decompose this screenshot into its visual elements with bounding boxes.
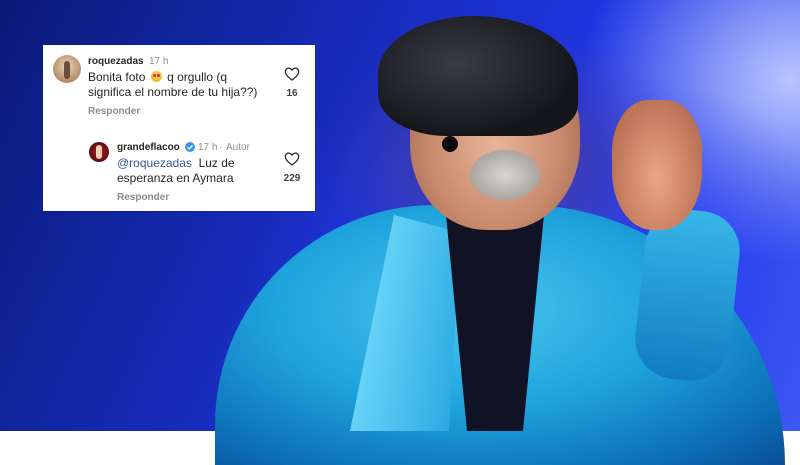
like-count-2: 229 xyxy=(283,173,301,184)
reply-text: @roquezadas Luz de esperanza en Aymara xyxy=(117,156,235,185)
author-badge: Autor xyxy=(226,142,250,153)
performer-cap xyxy=(378,16,578,136)
avatar-roquezadas[interactable] xyxy=(53,55,81,83)
like-count: 16 xyxy=(286,88,298,99)
verified-badge-icon xyxy=(185,142,195,152)
performer-hand xyxy=(612,100,702,230)
like-heart-icon[interactable] xyxy=(284,67,300,81)
comment-text: Bonita foto q orgullo (q significa el no… xyxy=(88,70,258,99)
like-heart-icon-2[interactable] xyxy=(284,152,300,166)
mention-link[interactable]: @roquezadas xyxy=(117,156,192,170)
reply-button-2[interactable]: Responder xyxy=(117,192,169,203)
headset-microphone xyxy=(442,136,458,152)
reply-button[interactable]: Responder xyxy=(88,106,140,117)
reply-username[interactable]: grandeflacoo xyxy=(117,142,180,153)
avatar-grandeflacoo[interactable] xyxy=(89,142,109,162)
comment-time: 17 h xyxy=(149,56,169,67)
comment-username[interactable]: roquezadas xyxy=(88,56,144,67)
heart-eyes-emoji-icon xyxy=(150,71,162,82)
comment-card: roquezadas 17 h Bonita foto q orgullo (q… xyxy=(43,45,315,211)
separator-dot: · xyxy=(219,142,223,153)
performer-beard xyxy=(470,150,540,200)
reply-time: 17 h xyxy=(198,142,218,153)
